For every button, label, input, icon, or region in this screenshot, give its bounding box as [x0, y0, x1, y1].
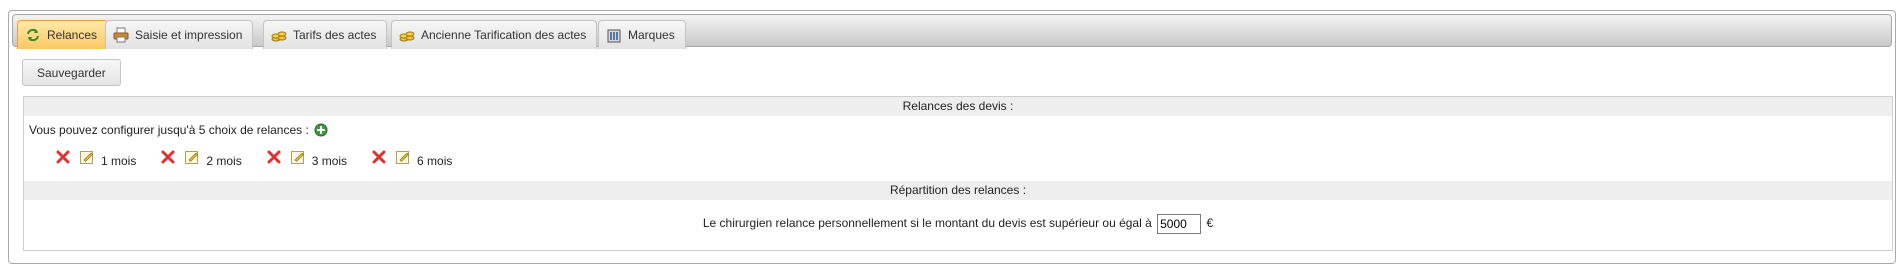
delete-icon[interactable] [371, 149, 387, 165]
repartition-section-header: Répartition des relances : [24, 181, 1892, 200]
coins-icon [270, 26, 288, 44]
relance-item: 1 mois [55, 149, 137, 168]
refresh-arrows-icon [24, 26, 42, 44]
delete-icon[interactable] [266, 149, 282, 165]
relance-item: 6 mois [371, 149, 453, 168]
save-button[interactable]: Sauvegarder [22, 59, 121, 86]
relances-section-header: Relances des devis : [24, 97, 1892, 116]
relance-label: 6 mois [417, 154, 453, 168]
relances-intro: Vous pouvez configurer jusqu'à 5 choix d… [29, 123, 328, 137]
currency-symbol: € [1206, 216, 1214, 231]
threshold-text: Le chirurgien relance personnellement si… [702, 216, 1152, 231]
add-relance-icon[interactable] [314, 123, 328, 137]
tab-tarifs-actes[interactable]: Tarifs des actes [263, 20, 388, 49]
relance-item: 2 mois [160, 149, 242, 168]
edit-icon[interactable] [290, 149, 306, 165]
edit-icon[interactable] [79, 149, 95, 165]
tab-ancienne-tarification[interactable]: Ancienne Tarification des actes [391, 20, 598, 49]
relance-label: 2 mois [206, 154, 242, 168]
delete-icon[interactable] [160, 149, 176, 165]
tab-saisie-impression[interactable]: Saisie et impression [105, 20, 254, 49]
coins-icon [398, 26, 416, 44]
relance-label: 1 mois [101, 154, 137, 168]
delete-icon[interactable] [55, 149, 71, 165]
tab-bar: Relances Saisie et impression Tarifs des… [12, 14, 1892, 49]
printer-icon [112, 26, 130, 44]
tab-label: Saisie et impression [135, 28, 243, 42]
tab-marques[interactable]: Marques [598, 20, 686, 49]
edit-icon[interactable] [184, 149, 200, 165]
relance-list: 1 mois 2 mois 3 mois 6 mois [55, 149, 476, 168]
threshold-row: Le chirurgien relance personnellement si… [24, 214, 1892, 234]
tab-label: Ancienne Tarification des actes [421, 28, 587, 42]
edit-icon[interactable] [395, 149, 411, 165]
tab-label: Relances [47, 28, 98, 42]
threshold-amount-input[interactable] [1157, 214, 1202, 234]
relances-intro-text: Vous pouvez configurer jusqu'à 5 choix d… [29, 123, 309, 137]
tab-label: Tarifs des actes [293, 28, 377, 42]
tab-relances[interactable]: Relances [17, 20, 109, 49]
relance-item: 3 mois [266, 149, 348, 168]
relances-content: Relances des devis : Vous pouvez configu… [23, 96, 1893, 251]
tab-label: Marques [628, 28, 675, 42]
building-icon [605, 26, 623, 44]
config-panel: Relances Saisie et impression Tarifs des… [8, 10, 1896, 264]
relance-label: 3 mois [311, 154, 348, 168]
